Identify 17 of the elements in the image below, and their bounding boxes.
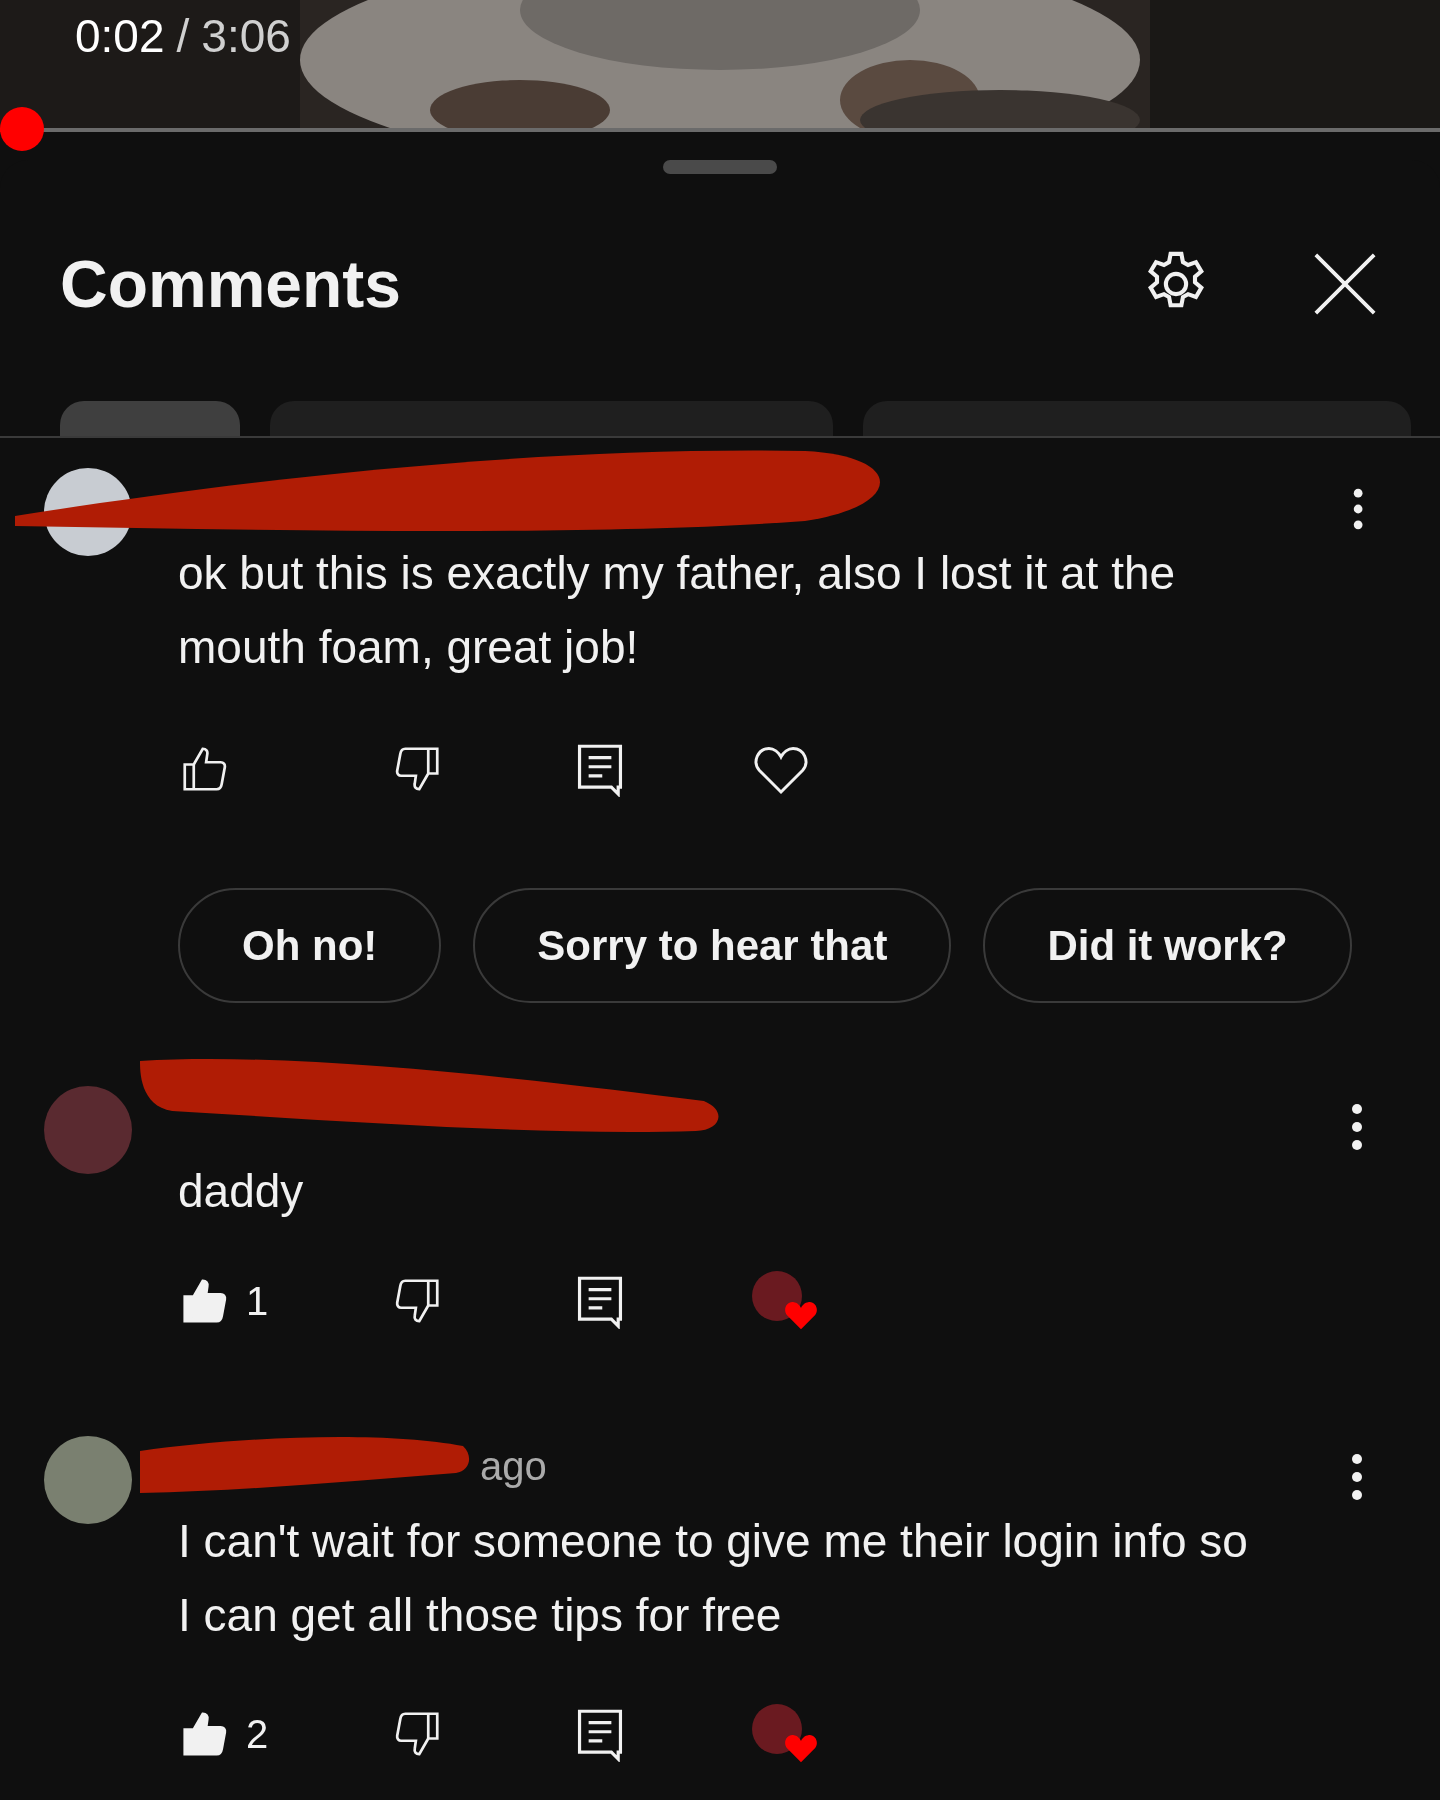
elapsed-time: 0:02	[75, 9, 165, 64]
time-separator: /	[176, 9, 190, 64]
comment-text: ok but this is exactly my father, also I lost it at the mouth foam, great job!	[178, 546, 1177, 675]
suggested-reply-chip[interactable]: Did it work?	[983, 888, 1352, 1003]
more-options-icon[interactable]	[1350, 1453, 1364, 1501]
comment-text: daddy	[178, 1164, 305, 1219]
like-count: 1	[246, 1278, 269, 1325]
like-count: 2	[246, 1711, 269, 1758]
suggested-reply-chip[interactable]: Oh no!	[178, 888, 442, 1003]
video-duration: 3:06	[201, 9, 291, 64]
comment-text: I can't wait for someone to give me their login info so I can get all those tips for free	[178, 1514, 1249, 1643]
suggested-reply-chip[interactable]: Sorry to hear that	[473, 888, 952, 1003]
progress-handle[interactable]	[0, 107, 44, 151]
drag-handle[interactable]	[663, 160, 777, 174]
comment-time: ago	[480, 1443, 547, 1490]
panel-title: Comments	[60, 251, 403, 317]
more-options-icon[interactable]	[1350, 1103, 1364, 1151]
